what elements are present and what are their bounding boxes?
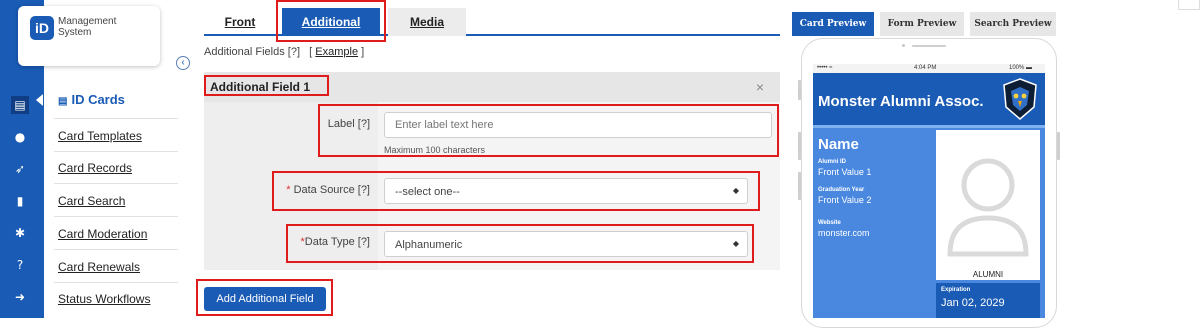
expiration-label: Expiration (941, 287, 971, 293)
phone-side-button (798, 132, 801, 160)
nav-item-card-search[interactable]: Card Search (58, 194, 125, 208)
nav-item-card-renewals[interactable]: Card Renewals (58, 260, 140, 274)
additional-fields-label: Additional Fields [?] [ Example ] (204, 46, 364, 58)
select-arrows-icon: ◆ (732, 186, 739, 195)
phone-status-bar: ••••• ≈ 4:04 PM 100% ▬ (813, 64, 1045, 73)
card-body: Name Alumni ID Front Value 1 Graduation … (813, 125, 1045, 318)
phone-side-button (798, 80, 801, 100)
corner-toggle-button[interactable] (1178, 0, 1200, 10)
card-field-key: Graduation Year (818, 187, 865, 193)
expiration-value: Jan 02, 2029 (941, 297, 1005, 309)
label-help-text: Maximum 100 characters (384, 145, 486, 155)
nav-item-card-templates[interactable]: Card Templates (58, 129, 142, 143)
document-icon[interactable]: ▮ (11, 192, 29, 210)
divider (54, 249, 178, 250)
tab-card-preview[interactable]: Card Preview (792, 12, 874, 36)
logo-line-1: Management (58, 16, 117, 27)
nav-item-card-records[interactable]: Card Records (58, 161, 132, 175)
card-title: Monster Alumni Assoc. (818, 93, 984, 110)
tab-search-preview[interactable]: Search Preview (970, 12, 1056, 36)
id-card-icon[interactable]: ▤ (11, 96, 29, 114)
data-type-value: Alphanumeric (395, 239, 463, 251)
card-preview-screen: ••••• ≈ 4:04 PM 100% ▬ Monster Alumni As… (813, 64, 1045, 318)
tab-front[interactable]: Front (204, 8, 276, 36)
logo-text: Management System (58, 16, 116, 38)
card-name: Name (818, 136, 859, 153)
photo-caption: ALUMNI (972, 270, 1004, 279)
panel-title: Additional Field 1 (210, 80, 311, 94)
divider (54, 183, 178, 184)
photo-placeholder (936, 130, 1040, 280)
logo-badge: iD (30, 16, 54, 40)
rocket-icon[interactable]: ➶ (11, 160, 29, 178)
divider (54, 282, 178, 283)
logo-card[interactable]: iD Management System (18, 6, 160, 66)
divider (54, 151, 178, 152)
logo-line-2: System (58, 27, 92, 38)
tab-additional[interactable]: Additional (282, 8, 380, 36)
data-source-value: --select one-- (395, 186, 460, 198)
card-field-value: monster.com (818, 228, 870, 238)
id-card-icon: ▤ (58, 96, 68, 107)
additional-fields-text: Additional Fields [?] (204, 46, 300, 58)
data-source-label: * Data Source [?] (286, 184, 370, 196)
example-link[interactable]: Example (315, 46, 358, 58)
data-source-label-text: Data Source [?] (293, 184, 370, 196)
nav-heading[interactable]: ▤ ID Cards (58, 92, 125, 107)
help-icon[interactable]: ? (11, 256, 29, 274)
card-header: Monster Alumni Assoc. (813, 73, 1045, 125)
expiration-block: Expiration Jan 02, 2029 (936, 283, 1040, 318)
mascot-logo (1003, 78, 1037, 120)
card-field-value: Front Value 2 (818, 195, 872, 205)
data-type-select[interactable]: Alphanumeric ◆ (384, 231, 748, 257)
data-type-label: *Data Type [?] (300, 236, 370, 248)
nav-heading-label: ID Cards (71, 92, 125, 107)
additional-field-panel: Additional Field 1 × Label [?] Maximum 1… (204, 72, 780, 270)
phone-side-button (1057, 132, 1060, 160)
phone-camera (902, 44, 905, 47)
data-source-select[interactable]: --select one-- ◆ (384, 178, 748, 204)
label-input[interactable] (384, 112, 772, 138)
collapse-sidebar-button[interactable]: ‹ (176, 56, 190, 70)
sign-out-icon[interactable]: ➜ (11, 288, 29, 306)
example-bracket-open: [ (309, 46, 313, 58)
select-arrows-icon: ◆ (732, 239, 739, 248)
required-marker: * (286, 184, 291, 196)
card-field-value: Front Value 1 (818, 167, 872, 177)
panel-header: Additional Field 1 × (204, 72, 780, 102)
nav-item-status-workflows[interactable]: Status Workflows (58, 292, 150, 306)
data-type-label-text: Data Type [?] (304, 236, 370, 248)
tab-media[interactable]: Media (388, 8, 466, 36)
divider (54, 118, 178, 119)
add-additional-field-button[interactable]: Add Additional Field (204, 287, 326, 311)
card-field-key: Website (818, 220, 841, 226)
phone-side-button (798, 172, 801, 200)
nav-item-card-moderation[interactable]: Card Moderation (58, 227, 147, 241)
active-caret (36, 94, 43, 106)
phone-speaker (912, 45, 946, 47)
card-field-key: Alumni ID (818, 159, 846, 165)
status-time: 4:04 PM (914, 65, 937, 71)
battery-indicator: 100% ▬ (1009, 65, 1033, 71)
tab-form-preview[interactable]: Form Preview (880, 12, 964, 36)
signal-indicator: ••••• ≈ (817, 65, 833, 71)
gear-icon[interactable]: ✱ (11, 224, 29, 242)
label-field-label: Label [?] (327, 118, 370, 130)
chat-icon[interactable]: ● (11, 128, 29, 146)
chevron-left-icon: ‹ (181, 57, 185, 68)
example-bracket-close: ] (361, 46, 365, 58)
user-silhouette-icon (947, 158, 1029, 257)
divider (54, 216, 178, 217)
close-icon[interactable]: × (756, 79, 764, 95)
